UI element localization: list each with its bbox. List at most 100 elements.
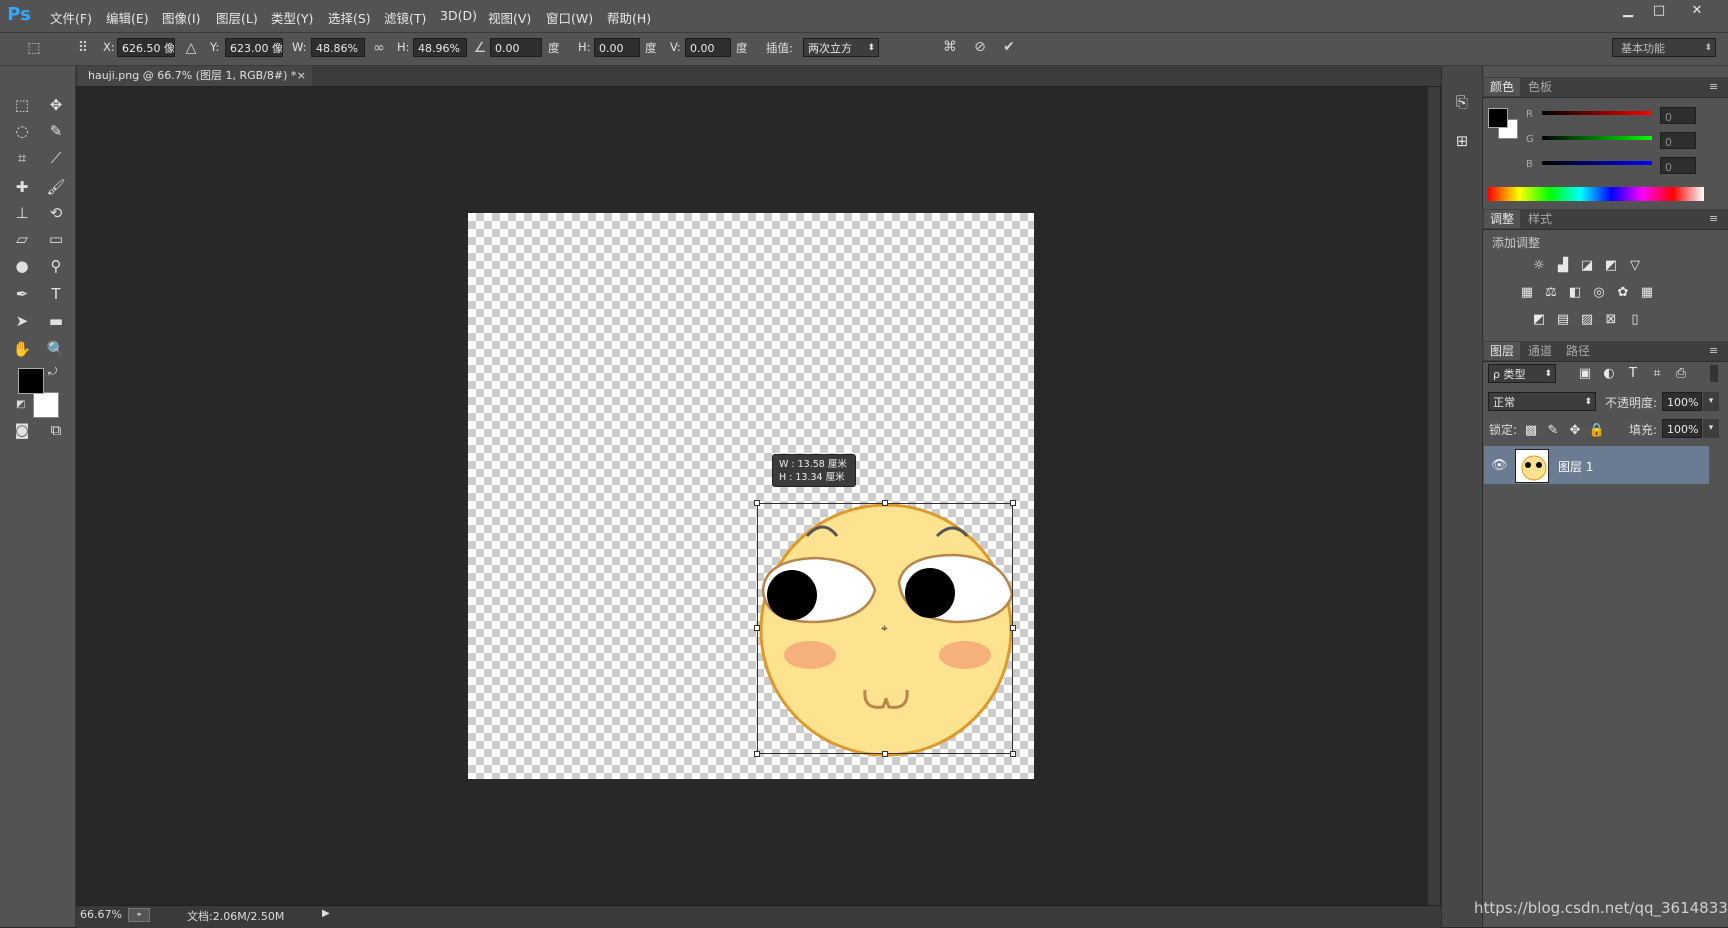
menu-view[interactable]: 视图(V): [488, 8, 531, 27]
height-field[interactable]: 48.96%: [413, 38, 467, 57]
layer-thumbnail[interactable]: [1515, 449, 1549, 483]
fill-field[interactable]: 100%: [1662, 419, 1702, 438]
rectangular-marquee-tool-icon[interactable]: ⬚: [10, 94, 34, 116]
crop-tool-icon[interactable]: ⌗: [10, 147, 34, 169]
panel-menu-icon[interactable]: ≡: [1709, 212, 1718, 225]
menu-select[interactable]: 选择(S): [328, 8, 371, 27]
h-skew-field[interactable]: 0.00: [594, 38, 640, 57]
default-colors-icon[interactable]: ◩: [16, 399, 25, 410]
color-balance-icon[interactable]: ⚖: [1542, 285, 1560, 301]
filter-pixel-icon[interactable]: ▣: [1576, 366, 1594, 382]
zoom-level[interactable]: 66.67%: [80, 908, 122, 921]
color-lookup-icon[interactable]: ▦: [1638, 285, 1656, 301]
lasso-tool-icon[interactable]: ◌: [10, 120, 34, 142]
threshold-icon[interactable]: ▨: [1578, 312, 1596, 328]
type-tool-icon[interactable]: T: [44, 283, 68, 305]
tab-swatches[interactable]: 色板: [1522, 78, 1558, 96]
tab-styles[interactable]: 样式: [1522, 210, 1558, 228]
transform-handle-right[interactable]: [1010, 625, 1016, 631]
rotation-field[interactable]: 0.00: [490, 38, 542, 57]
vibrance-icon[interactable]: ▽: [1626, 258, 1644, 274]
commit-transform-icon[interactable]: ✔: [999, 38, 1019, 56]
transform-handle-bottom[interactable]: [882, 751, 888, 757]
menu-help[interactable]: 帮助(H): [607, 8, 651, 27]
opacity-dropdown-icon[interactable]: ▾: [1703, 392, 1719, 411]
close-window-button[interactable]: ✕: [1680, 2, 1714, 20]
menu-filter[interactable]: 滤镜(T): [384, 8, 426, 27]
lock-image-icon[interactable]: ✎: [1544, 423, 1562, 439]
status-menu-arrow-icon[interactable]: ▶: [322, 908, 330, 919]
quick-selection-tool-icon[interactable]: ✎: [44, 120, 68, 142]
move-tool-icon[interactable]: ✥: [44, 94, 68, 116]
brush-tool-icon[interactable]: 🖌: [44, 176, 68, 198]
vertical-scrollbar[interactable]: [1428, 87, 1440, 905]
menu-edit[interactable]: 编辑(E): [106, 8, 149, 27]
pen-tool-icon[interactable]: ✒: [10, 283, 34, 305]
transform-center-point-icon[interactable]: ⌖: [881, 621, 888, 636]
black-white-icon[interactable]: ◧: [1566, 285, 1584, 301]
curves-icon[interactable]: ◪: [1578, 258, 1596, 274]
clone-stamp-tool-icon[interactable]: ⊥: [10, 202, 34, 224]
layer-visibility-eye-icon[interactable]: 👁: [1491, 458, 1508, 473]
screen-mode-icon[interactable]: ⧉: [44, 419, 68, 441]
zoom-tool-icon[interactable]: 🔍: [44, 338, 68, 360]
color-spectrum-ramp[interactable]: [1488, 187, 1704, 201]
quick-mask-icon[interactable]: ◙: [10, 419, 34, 441]
panel-foreground-swatch[interactable]: [1488, 108, 1508, 128]
document-tab[interactable]: hauji.png @ 66.7% (图层 1, RGB/8#) * ×: [78, 66, 312, 86]
menu-window[interactable]: 窗口(W): [546, 8, 593, 27]
gradient-tool-icon[interactable]: ▭: [44, 228, 68, 250]
layer-filter-select[interactable]: ρ 类型 ⬍: [1488, 364, 1556, 383]
levels-icon[interactable]: ▟: [1554, 258, 1572, 274]
blur-tool-icon[interactable]: ●: [10, 255, 34, 277]
menu-file[interactable]: 文件(F): [50, 8, 92, 27]
filter-shape-icon[interactable]: ⌗: [1648, 366, 1666, 382]
y-position-field[interactable]: 623.00 像: [225, 38, 283, 57]
exposure-icon[interactable]: ◩: [1602, 258, 1620, 274]
filter-adjustment-icon[interactable]: ◐: [1600, 366, 1618, 382]
green-slider[interactable]: [1542, 136, 1652, 140]
transform-handle-top-left[interactable]: [754, 500, 760, 506]
green-value-field[interactable]: 0: [1660, 132, 1696, 149]
swap-colors-icon[interactable]: ⤾: [48, 365, 57, 379]
panel-menu-icon[interactable]: ≡: [1709, 80, 1718, 93]
history-panel-icon[interactable]: ⎘: [1450, 91, 1474, 113]
gradient-map-icon[interactable]: ▯: [1626, 312, 1644, 328]
transform-handle-bottom-left[interactable]: [754, 751, 760, 757]
width-field[interactable]: 48.86%: [311, 38, 365, 57]
foreground-color-swatch[interactable]: [18, 368, 44, 394]
lock-transparent-icon[interactable]: ▩: [1522, 423, 1540, 439]
transform-handle-bottom-right[interactable]: [1010, 751, 1016, 757]
healing-brush-tool-icon[interactable]: ✚: [10, 176, 34, 198]
transform-handle-top-right[interactable]: [1010, 500, 1016, 506]
background-color-swatch[interactable]: [33, 392, 59, 418]
fill-dropdown-icon[interactable]: ▾: [1703, 419, 1719, 438]
menu-layer[interactable]: 图层(L): [216, 8, 258, 27]
tab-color[interactable]: 颜色: [1484, 78, 1521, 96]
menu-image[interactable]: 图像(I): [162, 8, 200, 27]
reference-point-icon[interactable]: ⠿: [72, 39, 94, 57]
tab-paths[interactable]: 路径: [1560, 342, 1596, 360]
minimize-button[interactable]: ▁: [1614, 2, 1642, 20]
invert-icon[interactable]: ◩: [1530, 312, 1548, 328]
rectangle-tool-icon[interactable]: ▬: [44, 310, 68, 332]
properties-panel-icon[interactable]: ⊞: [1450, 130, 1474, 152]
path-selection-tool-icon[interactable]: ➤: [10, 310, 34, 332]
panel-menu-icon[interactable]: ≡: [1709, 344, 1718, 357]
maximize-button[interactable]: □: [1645, 2, 1673, 20]
tab-adjustments[interactable]: 调整: [1484, 210, 1521, 228]
eyedropper-tool-icon[interactable]: ⟋: [44, 147, 68, 169]
link-icon[interactable]: ∞: [371, 39, 387, 57]
eraser-tool-icon[interactable]: ▱: [10, 228, 34, 250]
filter-toggle[interactable]: [1710, 365, 1718, 382]
close-tab-icon[interactable]: ×: [297, 66, 306, 86]
filter-smart-object-icon[interactable]: ⎙: [1672, 366, 1690, 382]
warp-mode-icon[interactable]: ⌘: [940, 38, 960, 56]
blue-slider[interactable]: [1542, 161, 1652, 165]
x-position-field[interactable]: 626.50 像: [117, 38, 175, 57]
photo-filter-icon[interactable]: ◎: [1590, 285, 1608, 301]
lock-position-icon[interactable]: ✥: [1566, 423, 1584, 439]
delta-icon[interactable]: △: [183, 39, 199, 57]
tab-channels[interactable]: 通道: [1522, 342, 1558, 360]
filter-type-icon[interactable]: T: [1624, 366, 1642, 382]
